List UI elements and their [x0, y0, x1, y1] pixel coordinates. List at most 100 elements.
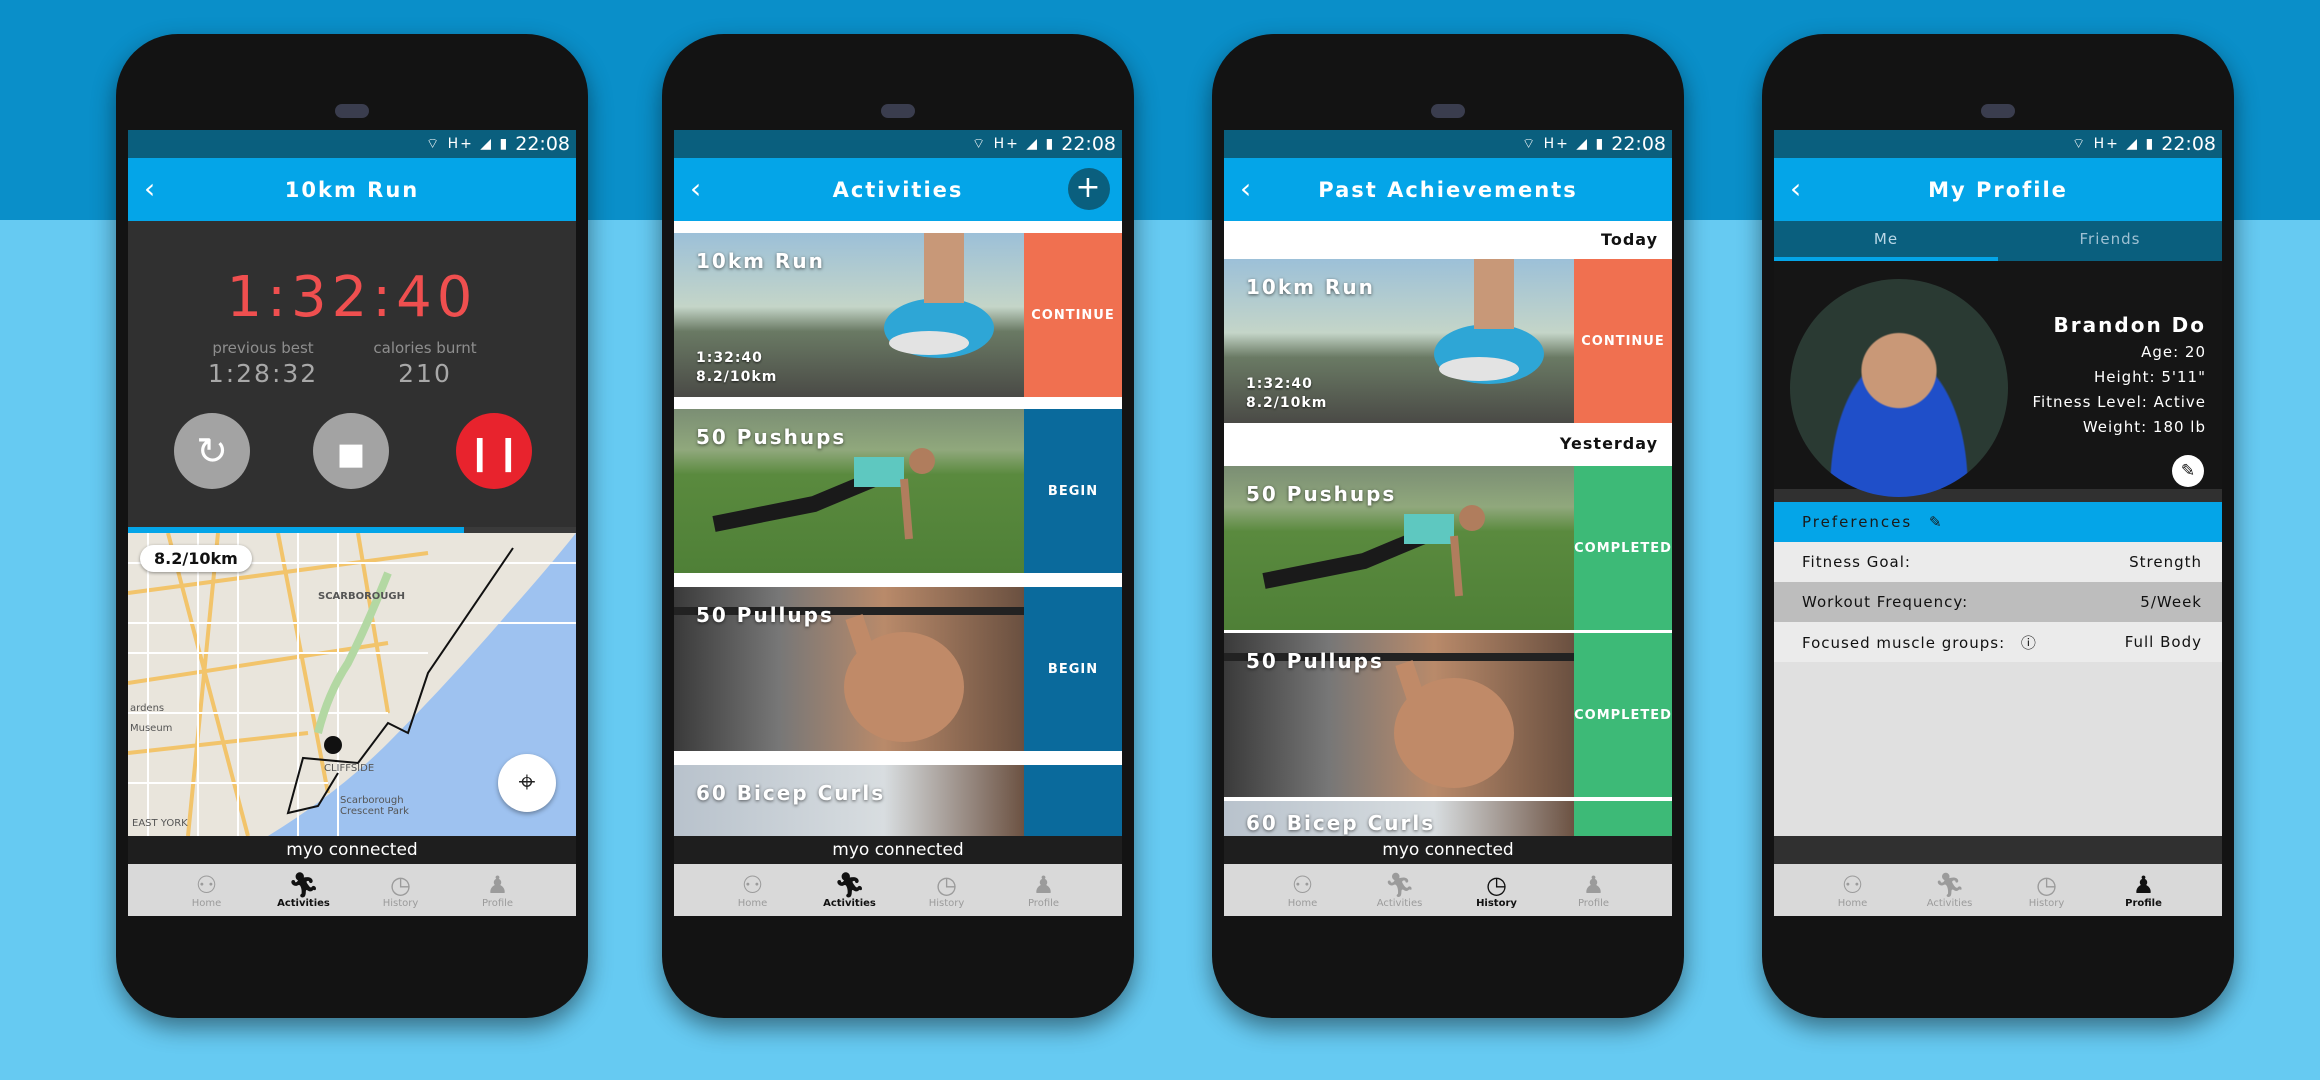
- nav-home[interactable]: ⚇ Home: [1268, 872, 1338, 909]
- preferences-label: Preferences: [1802, 513, 1913, 531]
- achievement-stats: 1:32:40 8.2/10km: [1246, 375, 1327, 413]
- nav-history[interactable]: ◷ History: [1462, 872, 1532, 909]
- pref-row-fitness-goal[interactable]: Fitness Goal: Strength: [1774, 542, 2222, 582]
- nav-activities[interactable]: 🏃︎ Activities: [1365, 872, 1435, 909]
- phone-speaker: [335, 104, 369, 118]
- myo-status: myo connected: [128, 836, 576, 864]
- achievement-card[interactable]: 10km Run 1:32:40 8.2/10km CONTINUE: [1224, 259, 1672, 423]
- pause-icon: ❙❙: [465, 433, 523, 473]
- nav-profile[interactable]: ♟ Profile: [463, 872, 533, 909]
- bottom-nav: ⚇ Home 🏃︎ Activities ◷ History ♟ Profile: [128, 864, 576, 916]
- activity-title: 10km Run: [696, 249, 825, 273]
- preferences-header[interactable]: Preferences ✎: [1774, 502, 2222, 542]
- reset-button[interactable]: ↻: [174, 413, 250, 489]
- bottom-nav: ⚇ Home 🏃︎ Activities ◷ History ♟ Profile: [1224, 864, 1672, 916]
- nav-home-label: Home: [1837, 897, 1868, 909]
- back-icon[interactable]: ‹: [690, 172, 703, 205]
- map-label: CLIFFSIDE: [324, 763, 375, 774]
- distance-pill: 8.2/10km: [140, 545, 252, 572]
- nav-history[interactable]: ◷ History: [2012, 872, 2082, 909]
- activity-time: 1:32:40: [696, 350, 763, 366]
- achievement-card[interactable]: 60 Bicep Curls: [1224, 801, 1672, 836]
- runner-icon: 🏃︎: [288, 870, 319, 899]
- info-icon[interactable]: ⓘ: [2021, 634, 2037, 652]
- tab-me[interactable]: Me: [1774, 221, 1998, 261]
- nav-home[interactable]: ⚇ Home: [1818, 872, 1888, 909]
- profile-fitness-level: Fitness Level: Active: [2032, 393, 2206, 411]
- my-location-button[interactable]: ⌖: [498, 754, 556, 812]
- runner-icon: 🏃︎: [1384, 870, 1415, 899]
- elapsed-timer: 1:32:40: [226, 265, 478, 330]
- activity-action[interactable]: [1024, 765, 1122, 836]
- map-label: EAST YORK: [132, 818, 188, 829]
- tab-friends[interactable]: Friends: [1998, 221, 2222, 261]
- stop-button[interactable]: ■: [313, 413, 389, 489]
- clock-icon: ◷: [936, 870, 957, 899]
- achievement-card[interactable]: 50 Pushups COMPLETED: [1224, 466, 1672, 630]
- nav-profile-label: Profile: [1027, 897, 1060, 909]
- status-icons: ⌔ H+ ◢ ▮: [1521, 136, 1606, 152]
- profile-screen: ⌔ H+ ◢ ▮ 22:08 ‹ My Profile Me Friends B…: [1774, 130, 2222, 916]
- group-icon: ⚇: [195, 870, 218, 899]
- back-icon[interactable]: ‹: [1240, 172, 1253, 205]
- activity-card[interactable]: 50 Pushups BEGIN: [674, 409, 1122, 573]
- previous-best-value: 1:28:32: [207, 359, 319, 388]
- nav-activities[interactable]: 🏃︎ Activities: [1915, 872, 1985, 909]
- nav-history[interactable]: ◷ History: [912, 872, 982, 909]
- map-label: Scarborough Crescent Park: [340, 795, 409, 817]
- status-time: 22:08: [2161, 133, 2216, 155]
- nav-history-label: History: [382, 897, 419, 909]
- page-title: 10km Run: [284, 177, 420, 202]
- phone-speaker: [1431, 104, 1465, 118]
- status-icons: ⌔ H+ ◢ ▮: [971, 136, 1056, 152]
- nav-profile[interactable]: ♟ Profile: [1559, 872, 1629, 909]
- pause-button[interactable]: ❙❙: [456, 413, 532, 489]
- location-pin: [324, 736, 342, 754]
- achievement-card[interactable]: 50 Pullups COMPLETED: [1224, 633, 1672, 797]
- pref-row-muscle-groups[interactable]: Focused muscle groups: ⓘ Full Body: [1774, 622, 2222, 662]
- map-label: SCARBOROUGH: [318, 591, 406, 602]
- phone-history: ⌔ H+ ◢ ▮ 22:08 ‹ Past Achievements Today…: [1212, 34, 1684, 1018]
- day-header-yesterday: Yesterday: [1224, 425, 1672, 463]
- nav-profile-label: Profile: [2125, 897, 2162, 909]
- profile-card: Brandon Do Age: 20 Height: 5'11" Fitness…: [1774, 261, 2222, 497]
- previous-best-label: previous best: [212, 339, 314, 357]
- profile-name: Brandon Do: [2053, 313, 2206, 337]
- nav-profile[interactable]: ♟ Profile: [2109, 872, 2179, 909]
- top-bar: ‹ Activities +: [674, 158, 1122, 221]
- page-title: My Profile: [1928, 177, 2068, 202]
- activity-title: 50 Pullups: [696, 603, 834, 627]
- nav-home-label: Home: [1287, 897, 1318, 909]
- achievement-list: Today 10km Run 1:32:40 8.2/10km CONTINUE …: [1224, 221, 1672, 836]
- nav-activities[interactable]: 🏃︎ Activities: [815, 872, 885, 909]
- add-activity-button[interactable]: +: [1068, 168, 1110, 210]
- nav-home[interactable]: ⚇ Home: [172, 872, 242, 909]
- back-icon[interactable]: ‹: [144, 172, 157, 205]
- achievement-action: [1574, 801, 1672, 836]
- begin-button[interactable]: BEGIN: [1024, 409, 1122, 573]
- nav-home[interactable]: ⚇ Home: [718, 872, 788, 909]
- pencil-icon: ✎: [1929, 513, 1944, 531]
- begin-button[interactable]: BEGIN: [1024, 587, 1122, 751]
- stop-icon: ■: [336, 437, 366, 472]
- phone-profile: ⌔ H+ ◢ ▮ 22:08 ‹ My Profile Me Friends B…: [1762, 34, 2234, 1018]
- continue-button[interactable]: CONTINUE: [1574, 259, 1672, 423]
- nav-history-label: History: [2028, 897, 2065, 909]
- history-screen: ⌔ H+ ◢ ▮ 22:08 ‹ Past Achievements Today…: [1224, 130, 1672, 916]
- continue-button[interactable]: CONTINUE: [1024, 233, 1122, 397]
- route-map[interactable]: SCARBOROUGH EAST YORK Scarborough Cresce…: [128, 533, 576, 836]
- back-icon[interactable]: ‹: [1790, 172, 1803, 205]
- activity-card[interactable]: 50 Pullups BEGIN: [674, 587, 1122, 751]
- activity-card[interactable]: 10km Run 1:32:40 8.2/10km CONTINUE: [674, 233, 1122, 397]
- activity-card[interactable]: 60 Bicep Curls: [674, 765, 1122, 836]
- calories-value: 210: [398, 359, 452, 388]
- nav-profile[interactable]: ♟ Profile: [1009, 872, 1079, 909]
- nav-history[interactable]: ◷ History: [366, 872, 436, 909]
- runner-icon: 🏃︎: [834, 870, 865, 899]
- edit-profile-button[interactable]: ✎: [2172, 455, 2204, 487]
- pref-row-workout-frequency[interactable]: Workout Frequency: 5/Week: [1774, 582, 2222, 622]
- activity-title: 60 Bicep Curls: [696, 781, 886, 805]
- top-bar: ‹ My Profile: [1774, 158, 2222, 221]
- nav-activities[interactable]: 🏃︎ Activities: [269, 872, 339, 909]
- group-icon: ⚇: [1841, 870, 1864, 899]
